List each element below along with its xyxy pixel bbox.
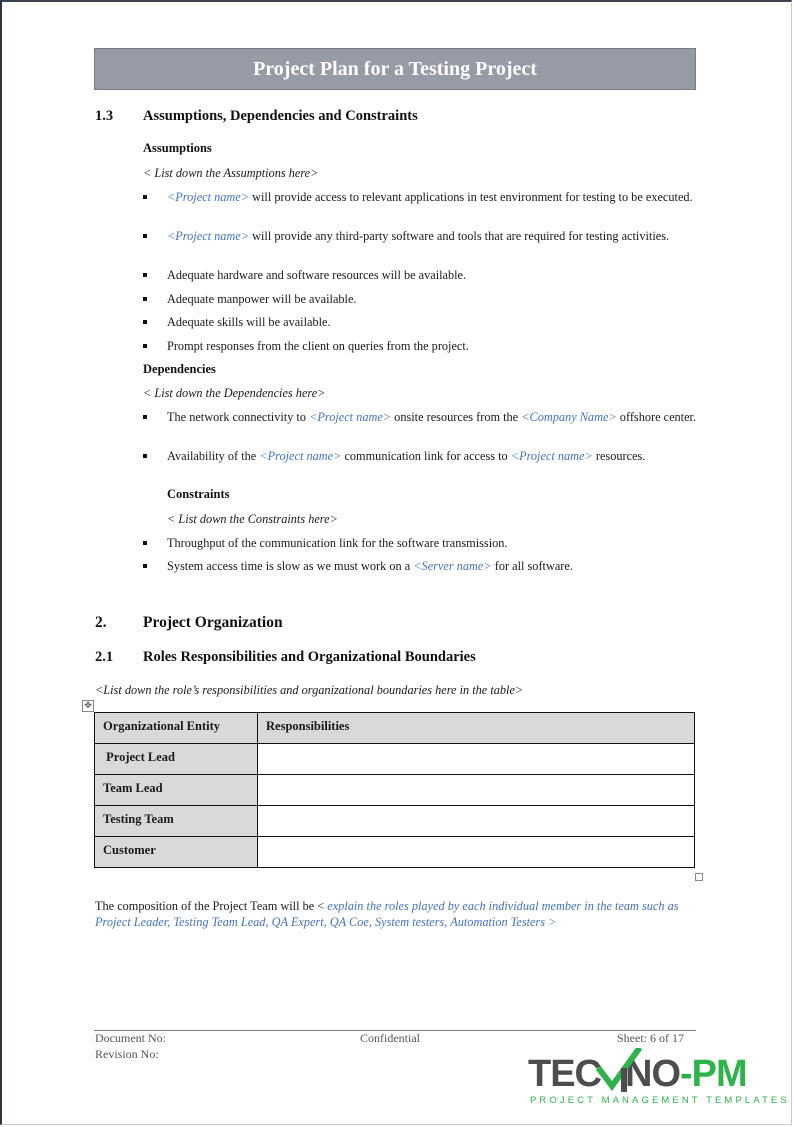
list-item-text: communication link for access to	[341, 449, 511, 463]
entity-cell[interactable]: Project Lead	[94, 743, 258, 775]
bullet-icon	[143, 234, 147, 238]
dependencies-label: Dependencies	[143, 362, 216, 376]
placeholder-company-name: <Company Name>	[521, 410, 617, 424]
responsibilities-cell[interactable]	[257, 743, 695, 775]
document-number: Document No:	[95, 1031, 166, 1045]
entity-cell[interactable]: Customer	[94, 836, 258, 868]
section-heading-1-3: 1.3 Assumptions, Dependencies and Constra…	[95, 108, 418, 125]
revision-number: Revision No:	[95, 1047, 159, 1061]
list-item-text: offshore center.	[616, 410, 697, 424]
section-number: 2.1	[95, 649, 114, 665]
list-item-text: will provide access to relevant applicat…	[249, 190, 693, 204]
list-item-text: Availability of the	[167, 449, 260, 463]
responsibilities-cell[interactable]	[257, 836, 695, 868]
table-row: Project Lead	[94, 743, 695, 775]
list-item: Prompt responses from the client on quer…	[143, 338, 703, 354]
composition-paragraph: The composition of the Project Team will…	[95, 898, 695, 930]
list-item: System access time is slow as we must wo…	[143, 558, 703, 574]
bullet-icon	[143, 454, 147, 458]
assumptions-placeholder: < List down the Assumptions here>	[143, 166, 319, 180]
list-item: Availability of the <Project name> commu…	[143, 448, 703, 464]
list-item-text: Adequate hardware and software resources…	[167, 268, 467, 282]
list-item-text: resources.	[592, 449, 646, 463]
list-item-text: Throughput of the communication link for…	[167, 536, 508, 550]
table-resize-handle[interactable]	[695, 873, 703, 881]
logo-tagline: PROJECT MANAGEMENT TEMPLATES	[530, 1095, 790, 1106]
bullet-icon	[143, 320, 147, 324]
list-item: Adequate skills will be available.	[143, 314, 703, 330]
responsibilities-cell[interactable]	[257, 774, 695, 806]
list-item-text: Adequate skills will be available.	[167, 315, 331, 329]
column-header-entity: Organizational Entity	[94, 712, 258, 744]
bullet-icon	[143, 415, 147, 419]
bullet-icon	[143, 195, 147, 199]
bullet-icon	[143, 344, 147, 348]
confidential-label: Confidential	[360, 1031, 420, 1045]
entity-cell[interactable]: Team Lead	[94, 774, 258, 806]
bullet-icon	[143, 564, 147, 568]
placeholder-project-name: <Project name>	[259, 449, 342, 463]
sheet-number: Sheet: 6 of 17	[617, 1031, 684, 1045]
placeholder-project-name: <Project name>	[510, 449, 593, 463]
composition-text: The composition of the Project Team will…	[95, 899, 328, 913]
roles-placeholder: <List down the role’s responsibilities a…	[95, 683, 524, 697]
dependencies-placeholder: < List down the Dependencies here>	[143, 386, 326, 400]
list-item: Adequate hardware and software resources…	[143, 267, 703, 283]
placeholder-project-name: <Project name>	[167, 190, 250, 204]
list-item: <Project name> will provide access to re…	[143, 189, 703, 205]
bullet-icon	[143, 541, 147, 545]
placeholder-project-name: <Project name>	[167, 229, 250, 243]
bullet-icon	[143, 273, 147, 277]
list-item: Adequate manpower will be available.	[143, 291, 703, 307]
table-row: Testing Team	[94, 805, 695, 837]
title-banner: Project Plan for a Testing Project	[94, 48, 696, 90]
table-row: Team Lead	[94, 774, 695, 806]
list-item-text: for all software.	[491, 559, 573, 573]
column-header-responsibilities: Responsibilities	[257, 712, 695, 744]
list-item: Throughput of the communication link for…	[143, 535, 703, 551]
list-item: The network connectivity to <Project nam…	[143, 409, 703, 425]
techno-pm-logo: TEC NO-PM PROJECT MANAGEMENT TEMPLATES	[528, 1048, 787, 1110]
responsibilities-cell[interactable]	[257, 805, 695, 837]
placeholder-server-name: <Server name>	[413, 559, 492, 573]
list-item-text: The network connectivity to	[167, 410, 310, 424]
section-title: Assumptions, Dependencies and Constraint…	[143, 108, 418, 124]
list-item: <Project name> will provide any third-pa…	[143, 228, 703, 244]
roles-table: Organizational Entity Responsibilities P…	[94, 712, 695, 868]
constraints-placeholder: < List down the Constraints here>	[167, 512, 338, 526]
assumptions-label: Assumptions	[143, 141, 212, 155]
table-row: Customer	[94, 836, 695, 868]
table-move-handle-icon[interactable]: ✥	[82, 700, 94, 712]
section-number: 1.3	[95, 108, 114, 124]
checkmark-icon	[595, 1048, 643, 1092]
section-title: Project Organization	[143, 614, 283, 631]
section-heading-2: 2. Project Organization	[95, 614, 283, 632]
list-item-text: onsite resources from the	[391, 410, 522, 424]
list-item-text: will provide any third-party software an…	[249, 229, 670, 243]
section-title: Roles Responsibilities and Organizationa…	[143, 649, 476, 665]
placeholder-project-name: <Project name>	[309, 410, 392, 424]
document-title: Project Plan for a Testing Project	[253, 57, 537, 80]
entity-cell[interactable]: Testing Team	[94, 805, 258, 837]
table-header-row: Organizational Entity Responsibilities	[94, 712, 695, 744]
list-item-text: Adequate manpower will be available.	[167, 292, 357, 306]
constraints-label: Constraints	[167, 487, 230, 501]
section-number: 2.	[95, 614, 107, 631]
list-item-text: System access time is slow as we must wo…	[167, 559, 414, 573]
bullet-icon	[143, 297, 147, 301]
list-item-text: Prompt responses from the client on quer…	[167, 339, 469, 353]
section-heading-2-1: 2.1 Roles Responsibilities and Organizati…	[95, 649, 476, 666]
